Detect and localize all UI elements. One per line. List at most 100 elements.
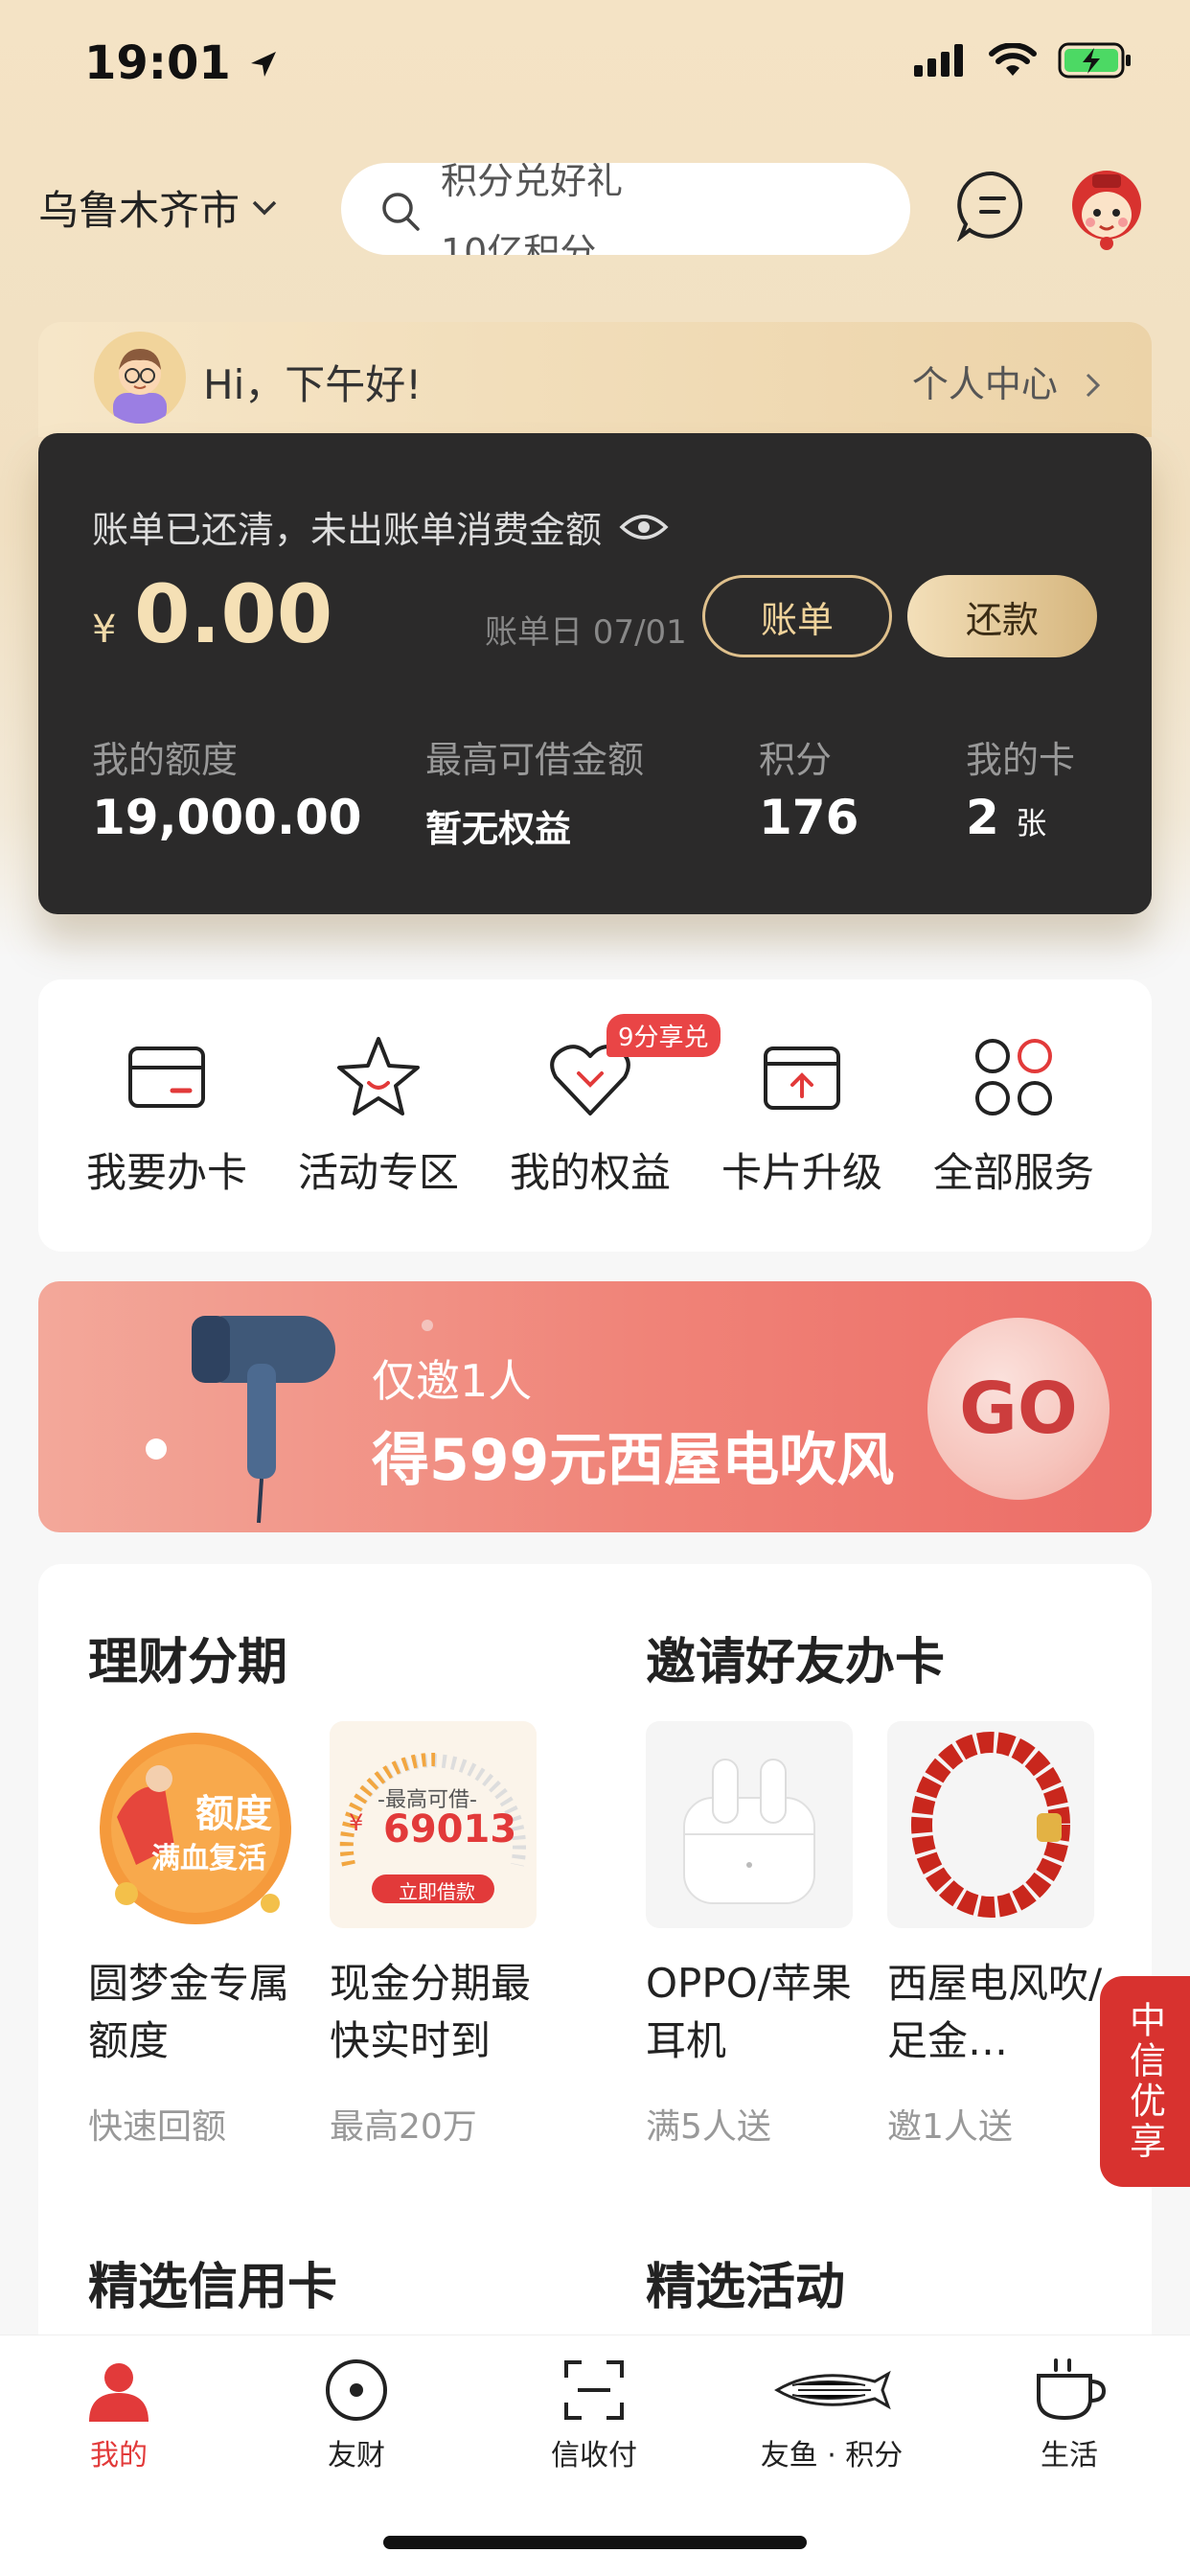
user-icon — [89, 2363, 149, 2422]
decor-dot — [146, 1438, 167, 1460]
message-icon[interactable] — [956, 169, 1029, 242]
bracelet-name: 西屋电风吹/足金… — [887, 1960, 1103, 2064]
benefits-badge: 9分享兑 — [606, 1014, 721, 1057]
status-icons — [914, 42, 1133, 79]
dream-fund-name: 圆梦金专属额度 — [88, 1960, 290, 2064]
citic-benefits-tag[interactable]: 中信优享 — [1100, 1976, 1190, 2187]
chevron-down-icon — [252, 200, 277, 215]
quick-my-benefits-label: 我的权益 — [509, 1149, 671, 1196]
search-placeholder-rolling-2: 10亿积分 — [441, 231, 597, 255]
status-time: 19:01 — [84, 36, 280, 90]
tab-points-label: 友鱼 · 积分 — [760, 2439, 904, 2472]
points-value[interactable]: 176 — [759, 790, 858, 845]
earphones-sub: 满5人送 — [646, 2107, 771, 2147]
promo-banner[interactable]: 仅邀1人 得599元西屋电吹风 GO — [38, 1281, 1152, 1532]
user-avatar-illustration — [113, 349, 167, 424]
invite-section-title: 邀请好友办卡 — [646, 1634, 946, 1691]
cup-icon — [1037, 2358, 1106, 2421]
eye-icon[interactable] — [619, 512, 669, 542]
mascot-avatar[interactable] — [1065, 165, 1148, 251]
finance-item-cash-installment[interactable]: -最高可借- ¥ 69013 立即借款 现金分期最快实时到 最高20万 — [330, 1721, 537, 2147]
quick-apply-card[interactable]: 我要办卡 — [71, 1031, 263, 1199]
fish-icon — [774, 2370, 891, 2410]
tab-wealth[interactable]: 友财 — [261, 2357, 452, 2473]
dream-fund-image-text-1: 额度 — [195, 1792, 272, 1836]
cash-image-text-3: 立即借款 — [399, 1880, 475, 1903]
battery-charging-icon — [1058, 42, 1131, 79]
cash-installment-name: 现金分期最快实时到 — [330, 1960, 532, 2064]
dream-fund-sub: 快速回额 — [88, 2107, 227, 2147]
greeting-text: Hi，下午好! — [203, 361, 423, 408]
my-cards-unit: 张 — [1016, 805, 1047, 841]
currency-symbol: ¥ — [92, 608, 117, 652]
earphones-illustration — [683, 1759, 815, 1904]
tab-pay[interactable]: 信收付 — [498, 2357, 690, 2473]
quick-all-services-label: 全部服务 — [932, 1149, 1094, 1196]
earphones-name: OPPO/苹果耳机 — [646, 1960, 852, 2064]
tab-pay-label: 信收付 — [551, 2439, 637, 2472]
search-placeholder-rolling-1: 积分兑好礼 — [441, 163, 624, 202]
invite-item-bracelet[interactable]: 西屋电风吹/足金… 邀1人送 — [887, 1721, 1102, 2147]
finance-item-dream-fund[interactable]: 额度 满血复活 圆梦金专属额度 快速回额 — [88, 1721, 295, 2147]
tab-life-label: 生活 — [1041, 2439, 1098, 2472]
quick-all-services[interactable]: 全部服务 — [918, 1031, 1110, 1199]
home-indicator[interactable] — [383, 2536, 807, 2549]
my-cards-value[interactable]: 2 张 — [966, 790, 1046, 845]
credit-limit-label: 我的额度 — [92, 739, 239, 781]
city-label: 乌鲁木齐市 — [38, 187, 240, 234]
search-icon — [382, 193, 420, 231]
decor-dot — [422, 1320, 433, 1331]
card-upgrade-icon — [764, 1046, 840, 1110]
scan-icon — [564, 2360, 624, 2420]
credit-account-card: 账单已还清，未出账单消费金额 ¥ 0.00 账单日 07/01 账单 还款 我的… — [38, 433, 1152, 914]
points-label: 积分 — [759, 739, 833, 781]
card-icon — [128, 1046, 205, 1108]
earphones-image — [646, 1721, 853, 1928]
bill-status-line: 账单已还清，未出账单消费金额 — [92, 500, 669, 553]
banner-line-1: 仅邀1人 — [372, 1355, 533, 1407]
greeting-bar: Hi，下午好! 个人中心 — [38, 322, 1152, 437]
cash-image-text-2: 69013 — [383, 1807, 517, 1852]
bracelet-image — [887, 1721, 1094, 1928]
tab-mine[interactable]: 我的 — [23, 2357, 215, 2473]
hair-dryer-image — [192, 1316, 335, 1524]
bill-status-text: 账单已还清，未出账单消费金额 — [92, 509, 603, 551]
featured-activities-title: 精选活动 — [646, 2259, 846, 2316]
bill-button[interactable]: 账单 — [702, 575, 892, 657]
user-avatar[interactable] — [94, 332, 186, 424]
grid-icon — [975, 1039, 1052, 1116]
quick-activities-label: 活动专区 — [297, 1149, 459, 1196]
star-icon — [337, 1037, 420, 1116]
search-bar[interactable]: 积分兑好礼 10亿积分 — [341, 163, 910, 255]
tab-life[interactable]: 生活 — [973, 2357, 1165, 2473]
personal-center-link[interactable]: 个人中心 — [912, 355, 1104, 407]
location-arrow-icon — [250, 52, 276, 77]
cash-installment-sub: 最高20万 — [330, 2107, 477, 2147]
repay-button[interactable]: 还款 — [907, 575, 1097, 657]
tab-points[interactable]: 友鱼 · 积分 — [736, 2357, 927, 2473]
invite-item-earphones[interactable]: OPPO/苹果耳机 满5人送 — [646, 1721, 853, 2147]
quick-services-panel: 我要办卡 活动专区 9分享兑 我的权益 卡片升级 全部服务 — [38, 979, 1152, 1252]
quick-my-benefits[interactable]: 9分享兑 我的权益 — [494, 1014, 721, 1199]
bill-day: 账单日 07/01 — [485, 613, 687, 652]
credit-limit-value[interactable]: 19,000.00 — [92, 790, 362, 845]
city-selector[interactable]: 乌鲁木齐市 — [38, 178, 278, 237]
wifi-icon — [989, 43, 1037, 76]
dream-fund-image-text-2: 满血复活 — [151, 1842, 266, 1875]
banner-go-button[interactable]: GO — [927, 1318, 1110, 1500]
cash-image-currency: ¥ — [349, 1809, 364, 1836]
my-cards-count: 2 — [966, 790, 999, 845]
quick-card-upgrade-label: 卡片升级 — [721, 1149, 882, 1196]
tab-wealth-label: 友财 — [328, 2439, 385, 2472]
chevron-right-icon — [1086, 373, 1101, 398]
finance-section-title: 理财分期 — [88, 1634, 288, 1691]
featured-cards-title: 精选信用卡 — [88, 2259, 338, 2316]
signal-icon — [914, 44, 963, 77]
my-cards-label: 我的卡 — [966, 739, 1076, 781]
quick-card-upgrade[interactable]: 卡片升级 — [706, 1031, 898, 1199]
max-borrow-value[interactable]: 暂无权益 — [425, 799, 571, 852]
bracelet-sub: 邀1人送 — [887, 2107, 1013, 2147]
quick-apply-card-label: 我要办卡 — [85, 1149, 247, 1196]
banner-line-2: 得599元西屋电吹风 — [372, 1427, 895, 1494]
quick-activities[interactable]: 活动专区 — [283, 1031, 474, 1199]
